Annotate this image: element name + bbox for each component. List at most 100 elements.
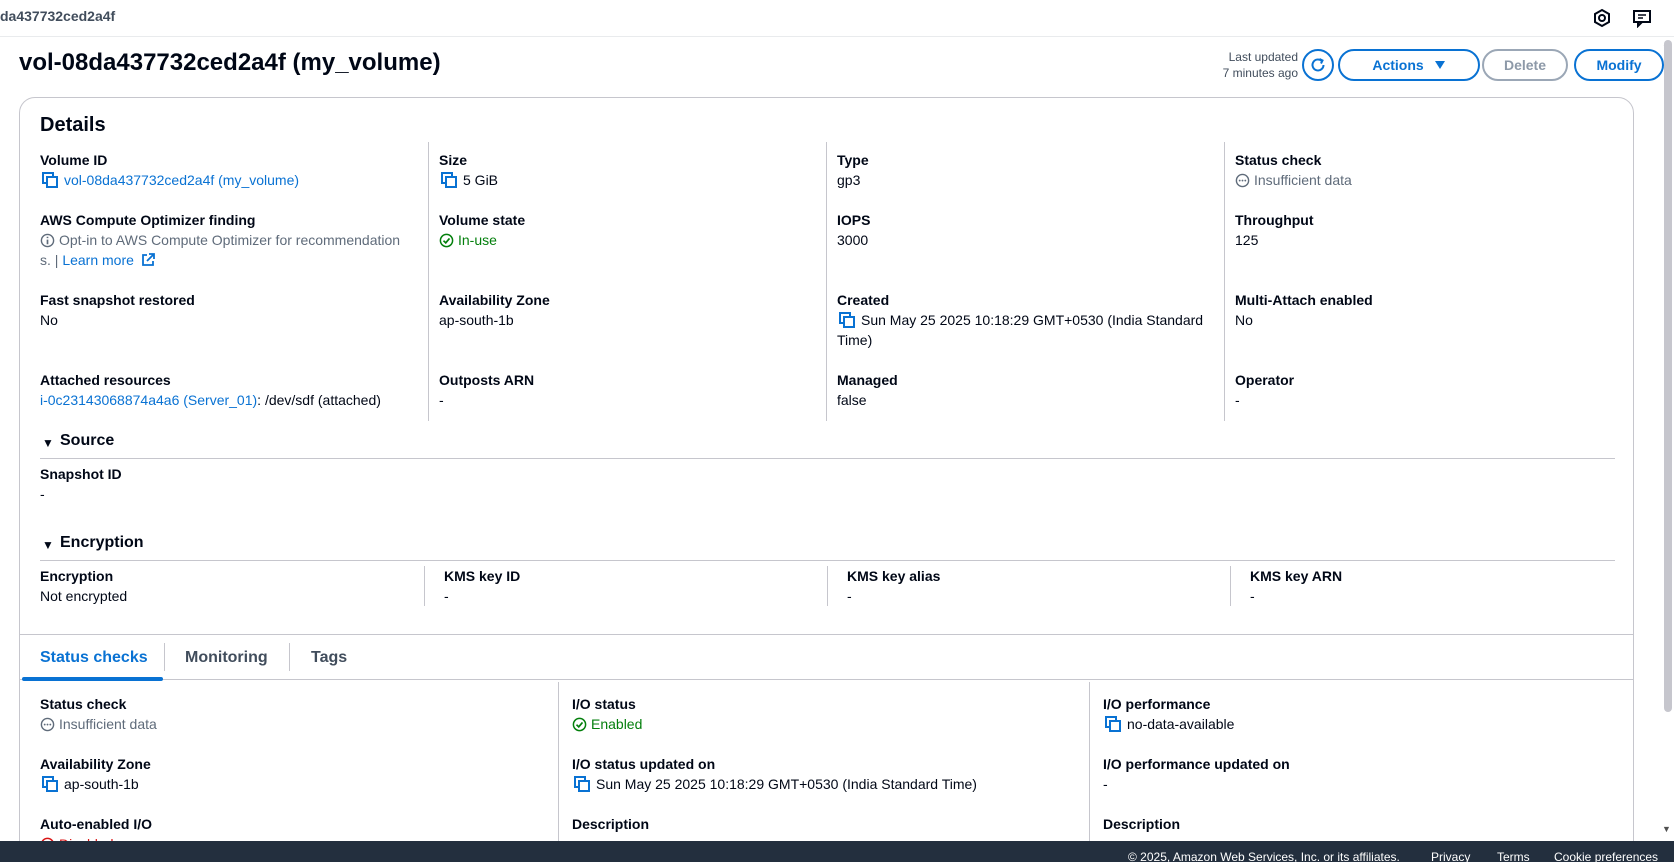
- outposts-arn-value: -: [439, 392, 444, 408]
- io-perf-updated-label: I/O performance updated on: [1103, 756, 1290, 772]
- details-col-2: Size 5 GiB Volume state In-use Availabil…: [428, 142, 826, 421]
- copy-icon[interactable]: [441, 172, 457, 188]
- copy-icon[interactable]: [42, 172, 58, 188]
- sc-status-check-label: Status check: [40, 696, 127, 712]
- info-icon: [40, 233, 55, 248]
- io-status-updated-label: I/O status updated on: [572, 756, 716, 772]
- managed-value: false: [837, 392, 867, 408]
- attached-instance-link[interactable]: i-0c23143068874a4a6 (Server_01): [40, 392, 257, 408]
- size-label: Size: [439, 152, 468, 168]
- tab-status-checks[interactable]: Status checks: [40, 649, 148, 667]
- status-check-label: Status check: [1235, 152, 1322, 168]
- attached-device: : /dev/sdf (attached): [257, 392, 381, 408]
- scrollbar-thumb[interactable]: [1664, 40, 1672, 712]
- copy-icon[interactable]: [839, 312, 855, 328]
- last-updated: Last updated 7 minutes ago: [1223, 49, 1298, 81]
- kms-key-id-label: KMS key ID: [444, 568, 521, 584]
- sc-az-value: ap-south-1b: [64, 776, 139, 792]
- io-status-updated-value: Sun May 25 2025 10:18:29 GMT+0530 (India…: [596, 776, 977, 792]
- throughput-label: Throughput: [1235, 212, 1314, 228]
- footer: © 2025, Amazon Web Services, Inc. or its…: [0, 841, 1674, 862]
- io-status-value: Enabled: [591, 716, 643, 732]
- page-header: vol-08da437732ced2a4f (my_volume) Last u…: [19, 46, 1664, 86]
- tab-tags[interactable]: Tags: [311, 649, 347, 667]
- status-checks-content: Status check Insufficient data I/O statu…: [40, 682, 1615, 856]
- pending-icon: [1235, 173, 1250, 188]
- kms-key-alias-value: -: [847, 588, 852, 604]
- encryption-section-toggle[interactable]: ▼ Encryption: [40, 534, 1615, 561]
- availability-zone-label: Availability Zone: [439, 292, 550, 308]
- multi-attach-value: No: [1235, 312, 1253, 328]
- optimizer-text-2: s. |: [40, 252, 63, 268]
- footer-cookie-link[interactable]: Cookie preferences: [1554, 850, 1658, 862]
- io-performance-label: I/O performance: [1103, 696, 1211, 712]
- operator-value: -: [1235, 392, 1240, 408]
- type-value: gp3: [837, 172, 861, 188]
- details-col-4: Status check Insufficient data Throughpu…: [1224, 142, 1622, 421]
- encryption-label: Encryption: [40, 568, 114, 584]
- actions-button[interactable]: Actions: [1338, 49, 1480, 81]
- encryption-title: Encryption: [60, 534, 144, 551]
- caret-down-icon: ▼: [42, 538, 54, 552]
- caret-down-icon: ▼: [42, 436, 54, 450]
- encryption-grid: Encryption Not encrypted KMS key ID - KM…: [40, 566, 1615, 606]
- status-check-value: Insufficient data: [1254, 172, 1352, 188]
- feedback-icon[interactable]: [1632, 8, 1652, 29]
- io-performance-value: no-data-available: [1127, 716, 1235, 732]
- details-panel: Details Volume ID vol-08da437732ced2a4f …: [19, 97, 1634, 857]
- copy-icon[interactable]: [574, 776, 590, 792]
- tabs: Status checks Monitoring Tags: [20, 634, 1633, 681]
- modify-button[interactable]: Modify: [1574, 49, 1664, 81]
- sc-az-label: Availability Zone: [40, 756, 151, 772]
- kms-key-arn-value: -: [1250, 588, 1255, 604]
- scroll-down-arrow[interactable]: ▼: [1662, 824, 1672, 834]
- active-tab-indicator: [22, 677, 163, 681]
- description-label-1: Description: [572, 816, 650, 832]
- created-value-1: Sun May 25 2025 10:18:29 GMT+0530 (India…: [861, 312, 1204, 328]
- multi-attach-label: Multi-Attach enabled: [1235, 292, 1373, 308]
- availability-zone-value: ap-south-1b: [439, 312, 514, 328]
- delete-button[interactable]: Delete: [1482, 49, 1568, 81]
- footer-privacy-link[interactable]: Privacy: [1431, 850, 1470, 862]
- size-value: 5 GiB: [463, 172, 499, 188]
- volume-state-value: In-use: [458, 232, 497, 248]
- refresh-button[interactable]: [1302, 49, 1334, 81]
- operator-label: Operator: [1235, 372, 1295, 388]
- optimizer-text-1: Opt-in to AWS Compute Optimizer for reco…: [59, 232, 401, 248]
- copy-icon[interactable]: [1105, 716, 1121, 732]
- learn-more-link[interactable]: Learn more: [62, 252, 134, 268]
- tab-monitoring[interactable]: Monitoring: [185, 649, 268, 667]
- source-title: Source: [60, 432, 115, 449]
- volume-id-label: Volume ID: [40, 152, 108, 168]
- footer-terms-link[interactable]: Terms: [1497, 850, 1530, 862]
- managed-label: Managed: [837, 372, 898, 388]
- sc-status-check-value: Insufficient data: [59, 716, 157, 732]
- last-updated-value: 7 minutes ago: [1222, 66, 1298, 80]
- success-check-icon: [439, 233, 454, 248]
- description-label-2: Description: [1103, 816, 1181, 832]
- caret-down-icon: [1434, 61, 1445, 69]
- iops-value: 3000: [837, 232, 869, 248]
- volume-state-label: Volume state: [439, 212, 526, 228]
- external-link-icon[interactable]: [141, 253, 155, 267]
- auto-enabled-io-label: Auto-enabled I/O: [40, 816, 152, 832]
- iops-label: IOPS: [837, 212, 871, 228]
- copy-icon[interactable]: [42, 776, 58, 792]
- refresh-icon: [1311, 58, 1325, 72]
- fast-snapshot-value: No: [40, 312, 58, 328]
- created-value-2: Time): [837, 332, 873, 348]
- breadcrumb[interactable]: da437732ced2a4f: [0, 8, 115, 24]
- outposts-arn-label: Outposts ARN: [439, 372, 535, 388]
- encryption-value: Not encrypted: [40, 588, 128, 604]
- top-navigation: da437732ced2a4f: [0, 0, 1674, 37]
- last-updated-label: Last updated: [1228, 50, 1298, 64]
- type-label: Type: [837, 152, 869, 168]
- source-section-toggle[interactable]: ▼ Source: [40, 432, 1615, 459]
- created-label: Created: [837, 292, 890, 308]
- details-title: Details: [40, 114, 106, 136]
- settings-hex-icon[interactable]: [1592, 8, 1612, 28]
- fast-snapshot-label: Fast snapshot restored: [40, 292, 195, 308]
- footer-copyright: © 2025, Amazon Web Services, Inc. or its…: [1128, 850, 1400, 862]
- volume-id-link[interactable]: vol-08da437732ced2a4f (my_volume): [64, 172, 299, 188]
- details-col-1: Volume ID vol-08da437732ced2a4f (my_volu…: [40, 142, 438, 421]
